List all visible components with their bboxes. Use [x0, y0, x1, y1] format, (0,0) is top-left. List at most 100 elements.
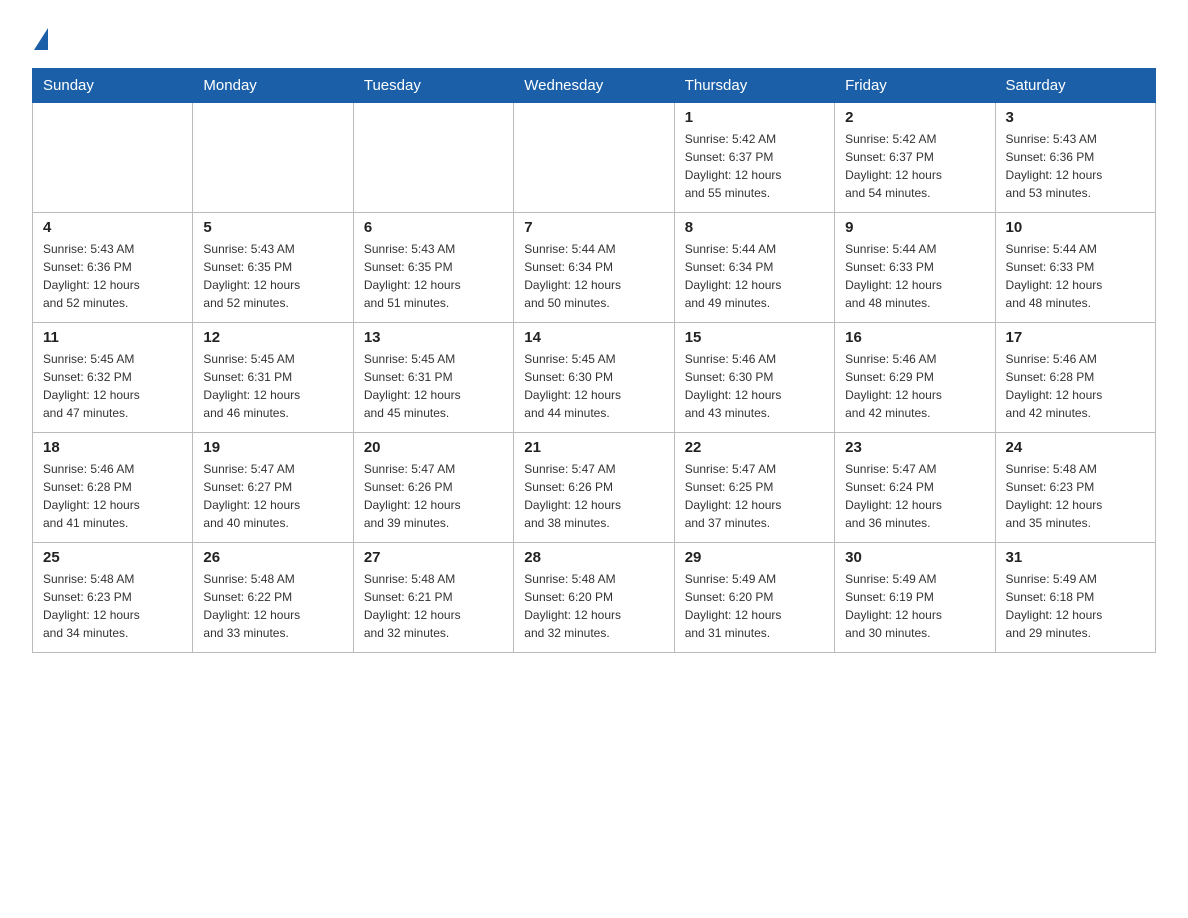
- day-info: Sunrise: 5:43 AM Sunset: 6:36 PM Dayligh…: [43, 240, 182, 312]
- day-number: 24: [1006, 439, 1145, 456]
- day-number: 16: [845, 329, 984, 346]
- day-info: Sunrise: 5:47 AM Sunset: 6:26 PM Dayligh…: [364, 460, 503, 532]
- day-info: Sunrise: 5:47 AM Sunset: 6:24 PM Dayligh…: [845, 460, 984, 532]
- day-number: 5: [203, 219, 342, 236]
- day-number: 23: [845, 439, 984, 456]
- calendar-week-row: 11 Sunrise: 5:45 AM Sunset: 6:32 PM Dayli…: [33, 323, 1156, 433]
- day-info: Sunrise: 5:49 AM Sunset: 6:20 PM Dayligh…: [685, 570, 824, 642]
- calendar-day-cell: 22Sunrise: 5:47 AM Sunset: 6:25 PM Dayli…: [674, 433, 834, 543]
- day-info: Sunrise: 5:44 AM Sunset: 6:33 PM Dayligh…: [1006, 240, 1145, 312]
- calendar-day-cell: 18 Sunrise: 5:46 AM Sunset: 6:28 PM Dayli…: [33, 433, 193, 543]
- weekday-header-saturday: Saturday: [995, 69, 1155, 103]
- day-number: 15: [685, 329, 824, 346]
- calendar-day-cell: 14Sunrise: 5:45 AM Sunset: 6:30 PM Dayli…: [514, 323, 674, 433]
- calendar-day-cell: 20 Sunrise: 5:47 AM Sunset: 6:26 PM Dayli…: [353, 433, 513, 543]
- calendar-day-cell: 11 Sunrise: 5:45 AM Sunset: 6:32 PM Dayli…: [33, 323, 193, 433]
- calendar-day-cell: 15 Sunrise: 5:46 AM Sunset: 6:30 PM Dayli…: [674, 323, 834, 433]
- calendar-day-cell: 30 Sunrise: 5:49 AM Sunset: 6:19 PM Dayli…: [835, 543, 995, 653]
- day-info: Sunrise: 5:49 AM Sunset: 6:19 PM Dayligh…: [845, 570, 984, 642]
- day-info: Sunrise: 5:43 AM Sunset: 6:35 PM Dayligh…: [364, 240, 503, 312]
- calendar-day-cell: 6 Sunrise: 5:43 AM Sunset: 6:35 PM Daylig…: [353, 213, 513, 323]
- day-number: 4: [43, 219, 182, 236]
- calendar-week-row: 4 Sunrise: 5:43 AM Sunset: 6:36 PM Daylig…: [33, 213, 1156, 323]
- day-number: 12: [203, 329, 342, 346]
- calendar-day-cell: 9 Sunrise: 5:44 AM Sunset: 6:33 PM Daylig…: [835, 213, 995, 323]
- calendar-day-cell: 8 Sunrise: 5:44 AM Sunset: 6:34 PM Daylig…: [674, 213, 834, 323]
- day-info: Sunrise: 5:47 AM Sunset: 6:27 PM Dayligh…: [203, 460, 342, 532]
- calendar-day-cell: 3 Sunrise: 5:43 AM Sunset: 6:36 PM Daylig…: [995, 103, 1155, 213]
- calendar-day-cell: 29 Sunrise: 5:49 AM Sunset: 6:20 PM Dayli…: [674, 543, 834, 653]
- day-number: 8: [685, 219, 824, 236]
- calendar-day-cell: 12 Sunrise: 5:45 AM Sunset: 6:31 PM Dayli…: [193, 323, 353, 433]
- day-info: Sunrise: 5:46 AM Sunset: 6:28 PM Dayligh…: [43, 460, 182, 532]
- day-info: Sunrise: 5:42 AM Sunset: 6:37 PM Dayligh…: [845, 130, 984, 202]
- day-number: 28: [524, 549, 663, 566]
- weekday-header-friday: Friday: [835, 69, 995, 103]
- calendar-day-cell: 7 Sunrise: 5:44 AM Sunset: 6:34 PM Daylig…: [514, 213, 674, 323]
- calendar-day-cell: 27 Sunrise: 5:48 AM Sunset: 6:21 PM Dayli…: [353, 543, 513, 653]
- day-number: 18: [43, 439, 182, 456]
- day-info: Sunrise: 5:44 AM Sunset: 6:34 PM Dayligh…: [685, 240, 824, 312]
- calendar-day-cell: 13Sunrise: 5:45 AM Sunset: 6:31 PM Dayli…: [353, 323, 513, 433]
- calendar-day-cell: 5Sunrise: 5:43 AM Sunset: 6:35 PM Daylig…: [193, 213, 353, 323]
- day-info: Sunrise: 5:46 AM Sunset: 6:30 PM Dayligh…: [685, 350, 824, 422]
- day-number: 29: [685, 549, 824, 566]
- weekday-header-wednesday: Wednesday: [514, 69, 674, 103]
- calendar-week-row: 25 Sunrise: 5:48 AM Sunset: 6:23 PM Dayli…: [33, 543, 1156, 653]
- day-info: Sunrise: 5:42 AM Sunset: 6:37 PM Dayligh…: [685, 130, 824, 202]
- day-info: Sunrise: 5:45 AM Sunset: 6:31 PM Dayligh…: [364, 350, 503, 422]
- calendar-empty-cell: [193, 103, 353, 213]
- day-number: 26: [203, 549, 342, 566]
- day-number: 3: [1006, 109, 1145, 126]
- weekday-header-monday: Monday: [193, 69, 353, 103]
- day-number: 2: [845, 109, 984, 126]
- day-number: 30: [845, 549, 984, 566]
- day-number: 27: [364, 549, 503, 566]
- page-header: [32, 24, 1156, 50]
- calendar-week-row: 18 Sunrise: 5:46 AM Sunset: 6:28 PM Dayli…: [33, 433, 1156, 543]
- day-number: 11: [43, 329, 182, 346]
- logo: [32, 24, 50, 50]
- day-info: Sunrise: 5:48 AM Sunset: 6:22 PM Dayligh…: [203, 570, 342, 642]
- calendar-empty-cell: [353, 103, 513, 213]
- calendar-header: SundayMondayTuesdayWednesdayThursdayFrid…: [33, 69, 1156, 103]
- weekday-header-row: SundayMondayTuesdayWednesdayThursdayFrid…: [33, 69, 1156, 103]
- calendar-day-cell: 2 Sunrise: 5:42 AM Sunset: 6:37 PM Daylig…: [835, 103, 995, 213]
- calendar-day-cell: 23 Sunrise: 5:47 AM Sunset: 6:24 PM Dayli…: [835, 433, 995, 543]
- day-number: 22: [685, 439, 824, 456]
- day-info: Sunrise: 5:45 AM Sunset: 6:32 PM Dayligh…: [43, 350, 182, 422]
- day-number: 7: [524, 219, 663, 236]
- day-number: 9: [845, 219, 984, 236]
- calendar-day-cell: 10Sunrise: 5:44 AM Sunset: 6:33 PM Dayli…: [995, 213, 1155, 323]
- day-info: Sunrise: 5:46 AM Sunset: 6:29 PM Dayligh…: [845, 350, 984, 422]
- calendar-empty-cell: [33, 103, 193, 213]
- calendar-day-cell: 19Sunrise: 5:47 AM Sunset: 6:27 PM Dayli…: [193, 433, 353, 543]
- day-number: 6: [364, 219, 503, 236]
- calendar-day-cell: 25 Sunrise: 5:48 AM Sunset: 6:23 PM Dayli…: [33, 543, 193, 653]
- day-info: Sunrise: 5:49 AM Sunset: 6:18 PM Dayligh…: [1006, 570, 1145, 642]
- weekday-header-sunday: Sunday: [33, 69, 193, 103]
- day-info: Sunrise: 5:43 AM Sunset: 6:36 PM Dayligh…: [1006, 130, 1145, 202]
- calendar-body: 1 Sunrise: 5:42 AM Sunset: 6:37 PM Daylig…: [33, 103, 1156, 653]
- day-info: Sunrise: 5:46 AM Sunset: 6:28 PM Dayligh…: [1006, 350, 1145, 422]
- day-info: Sunrise: 5:45 AM Sunset: 6:31 PM Dayligh…: [203, 350, 342, 422]
- day-info: Sunrise: 5:44 AM Sunset: 6:34 PM Dayligh…: [524, 240, 663, 312]
- weekday-header-thursday: Thursday: [674, 69, 834, 103]
- calendar-day-cell: 26 Sunrise: 5:48 AM Sunset: 6:22 PM Dayli…: [193, 543, 353, 653]
- day-number: 20: [364, 439, 503, 456]
- calendar-day-cell: 16 Sunrise: 5:46 AM Sunset: 6:29 PM Dayli…: [835, 323, 995, 433]
- day-number: 1: [685, 109, 824, 126]
- day-info: Sunrise: 5:44 AM Sunset: 6:33 PM Dayligh…: [845, 240, 984, 312]
- day-number: 31: [1006, 549, 1145, 566]
- logo-triangle-icon: [34, 28, 48, 50]
- day-info: Sunrise: 5:48 AM Sunset: 6:23 PM Dayligh…: [43, 570, 182, 642]
- day-info: Sunrise: 5:45 AM Sunset: 6:30 PM Dayligh…: [524, 350, 663, 422]
- day-number: 21: [524, 439, 663, 456]
- day-info: Sunrise: 5:48 AM Sunset: 6:23 PM Dayligh…: [1006, 460, 1145, 532]
- calendar-empty-cell: [514, 103, 674, 213]
- day-number: 25: [43, 549, 182, 566]
- calendar-day-cell: 21Sunrise: 5:47 AM Sunset: 6:26 PM Dayli…: [514, 433, 674, 543]
- day-info: Sunrise: 5:48 AM Sunset: 6:21 PM Dayligh…: [364, 570, 503, 642]
- day-number: 17: [1006, 329, 1145, 346]
- day-info: Sunrise: 5:48 AM Sunset: 6:20 PM Dayligh…: [524, 570, 663, 642]
